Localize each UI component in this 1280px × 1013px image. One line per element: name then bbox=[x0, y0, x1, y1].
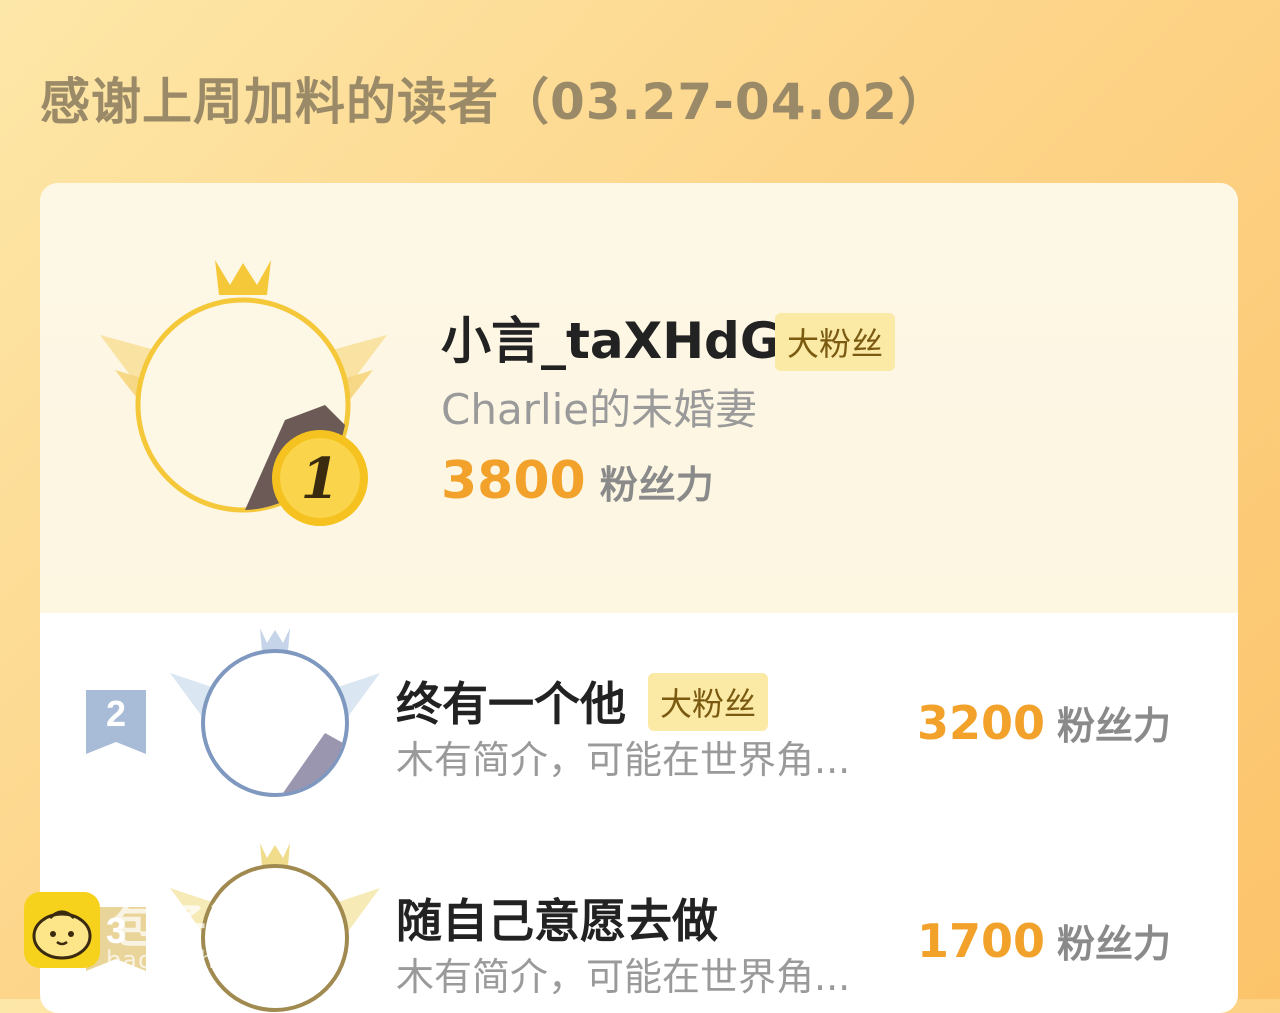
score-value: 3200 bbox=[917, 696, 1046, 750]
score-value: 1700 bbox=[917, 914, 1046, 968]
watermark-url: baozimh.com bbox=[106, 946, 279, 974]
watermark: 包子漫畫 baozimh.com bbox=[24, 890, 354, 980]
svg-text:2: 2 bbox=[106, 693, 126, 734]
rank-2-ribbon-icon: 2 bbox=[86, 690, 146, 754]
rank-1-medal-icon: 1 bbox=[272, 430, 368, 526]
winner-score-unit: 粉丝力 bbox=[599, 463, 714, 507]
silver-frame-avatar-icon bbox=[170, 628, 380, 797]
winner-name[interactable]: 小言_taXHdG bbox=[441, 301, 781, 373]
reader-name[interactable]: 终有一个他 bbox=[396, 668, 626, 734]
fan-badge: 大粉丝 bbox=[648, 673, 769, 731]
reader-score: 1700 粉丝力 bbox=[917, 913, 1171, 968]
page-title: 感谢上周加料的读者（03.27-04.02） bbox=[40, 73, 950, 131]
winner-score-value: 3800 bbox=[441, 451, 586, 511]
score-unit: 粉丝力 bbox=[1057, 704, 1172, 748]
svg-text:1: 1 bbox=[301, 446, 340, 512]
bun-logo-icon bbox=[24, 892, 100, 968]
reader-ranking-card: 1 小言_taXHdG 大粉丝 Charlie的未婚妻 3800 粉丝力 2 终有… bbox=[40, 183, 1238, 1013]
reader-desc: 木有简介，可能在世界角... bbox=[396, 738, 851, 782]
reader-name[interactable]: 随自己意愿去做 bbox=[396, 885, 718, 951]
score-unit: 粉丝力 bbox=[1057, 922, 1172, 966]
winner-score: 3800 粉丝力 bbox=[441, 451, 714, 511]
reader-desc: 木有简介，可能在世界角... bbox=[396, 955, 851, 999]
reader-score: 3200 粉丝力 bbox=[917, 695, 1171, 750]
winner-desc: Charlie的未婚妻 bbox=[441, 385, 758, 434]
winner-fan-badge: 大粉丝 bbox=[775, 313, 896, 371]
